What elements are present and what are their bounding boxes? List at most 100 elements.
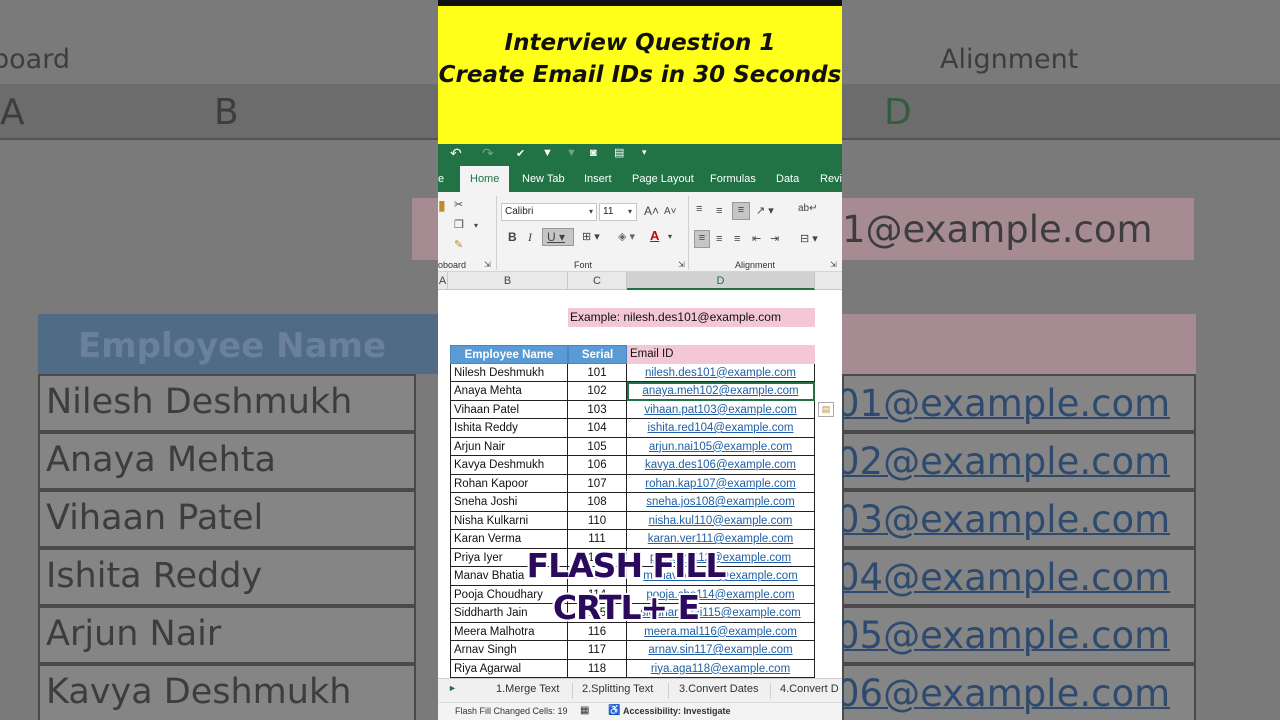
macro-record-icon[interactable]: ▦ — [580, 705, 589, 716]
increase-font-icon[interactable]: A˄ — [644, 204, 659, 218]
serial-cell[interactable]: 104 — [568, 419, 627, 438]
employee-name-cell[interactable]: Anaya Mehta — [450, 382, 568, 401]
spelling-icon[interactable]: ✔ — [516, 147, 525, 161]
column-a-header[interactable]: A — [438, 272, 448, 290]
employee-name-cell[interactable]: Arjun Nair — [450, 437, 568, 456]
copy-dropdown-icon[interactable]: ▾ — [474, 219, 478, 233]
scroll-tabs-right-icon[interactable]: ► — [448, 683, 457, 693]
decrease-indent-icon[interactable]: ⇤ — [752, 232, 761, 246]
tab-page-layout[interactable]: Page Layout — [632, 170, 694, 192]
tab-home[interactable]: Home — [460, 166, 510, 192]
sheet-tab-splitting-text[interactable]: 2.Splitting Text — [582, 683, 653, 695]
accessibility-icon[interactable]: ♿ — [608, 705, 620, 716]
align-top-icon[interactable]: ≡ — [696, 202, 702, 216]
column-d-header[interactable]: D — [627, 272, 815, 290]
email-cell[interactable]: arjun.nai105@example.com — [627, 437, 815, 456]
camera-icon[interactable]: ◙ — [590, 146, 597, 160]
employee-name-cell[interactable]: Nilesh Deshmukh — [450, 363, 568, 382]
sheet-tab-convert-dates[interactable]: 3.Convert Dates — [679, 683, 758, 695]
column-c-header[interactable]: C — [568, 272, 627, 290]
tab-data[interactable]: Data — [776, 170, 799, 192]
serial-cell[interactable]: 102 — [568, 382, 627, 401]
employee-name-cell[interactable]: Nisha Kulkarni — [450, 511, 568, 530]
email-cell[interactable]: riya.aga118@example.com — [627, 659, 815, 678]
underline-icon[interactable]: U ▾ — [542, 228, 574, 246]
employee-name-cell[interactable]: Arnav Singh — [450, 641, 568, 660]
form-icon[interactable]: ▤ — [614, 146, 624, 160]
copy-icon[interactable]: ❐ — [454, 218, 464, 232]
fill-color-icon[interactable]: ◈ ▾ — [618, 230, 635, 244]
employee-name-cell[interactable]: Ishita Reddy — [450, 419, 568, 438]
column-e-header[interactable] — [815, 272, 842, 290]
borders-icon[interactable]: ⊞ ▾ — [582, 230, 600, 244]
email-cell[interactable]: vihaan.pat103@example.com — [627, 400, 815, 419]
serial-cell[interactable]: 106 — [568, 456, 627, 475]
font-color-dropdown-icon[interactable]: ▾ — [668, 230, 672, 244]
bg-alignment-label: Alignment — [940, 44, 1079, 75]
flash-fill-options-icon[interactable]: ▤ — [818, 402, 834, 417]
align-center-icon[interactable]: ≡ — [716, 232, 722, 246]
email-cell[interactable]: anaya.meh102@example.com — [627, 382, 815, 401]
serial-cell[interactable]: 107 — [568, 474, 627, 493]
font-color-icon[interactable]: A — [650, 229, 659, 243]
clear-filter-icon[interactable]: ▼ — [566, 146, 577, 160]
tab-file[interactable]: e — [438, 170, 444, 192]
clipboard-launcher-icon[interactable]: ⇲ — [484, 258, 491, 272]
employee-name-cell[interactable]: Vihaan Patel — [450, 400, 568, 419]
merge-center-icon[interactable]: ⊟ ▾ — [800, 232, 818, 246]
serial-cell[interactable]: 103 — [568, 400, 627, 419]
serial-cell[interactable]: 108 — [568, 493, 627, 512]
serial-cell[interactable]: 117 — [568, 641, 627, 660]
employee-name-cell[interactable]: Kavya Deshmukh — [450, 456, 568, 475]
font-size-dropdown-icon[interactable]: ▾ — [628, 205, 632, 219]
font-launcher-icon[interactable]: ⇲ — [678, 258, 685, 272]
paste-icon[interactable]: ▮ — [438, 198, 446, 212]
wrap-text-icon[interactable]: ab↵ — [798, 202, 818, 216]
employee-name-cell[interactable]: Sneha Joshi — [450, 493, 568, 512]
undo-icon[interactable]: ↶ — [450, 146, 462, 160]
italic-icon[interactable]: I — [528, 230, 532, 244]
tab-insert[interactable]: Insert — [584, 170, 612, 192]
align-right-icon[interactable]: ≡ — [734, 232, 740, 246]
orientation-icon[interactable]: ↗ ▾ — [756, 204, 774, 218]
align-bottom-icon[interactable]: ≡ — [732, 202, 750, 220]
email-cell[interactable]: nisha.kul110@example.com — [627, 511, 815, 530]
filter-icon[interactable]: ▼ — [542, 146, 553, 160]
increase-indent-icon[interactable]: ⇥ — [770, 232, 779, 246]
align-middle-icon[interactable]: ≡ — [716, 204, 722, 218]
tab-new-tab[interactable]: New Tab — [522, 170, 565, 192]
email-cell[interactable]: ishita.red104@example.com — [627, 419, 815, 438]
header-email-id[interactable]: Email ID — [627, 345, 815, 364]
employee-name-cell[interactable]: Riya Agarwal — [450, 659, 568, 678]
email-cell[interactable]: sneha.jos108@example.com — [627, 493, 815, 512]
serial-cell[interactable]: 105 — [568, 437, 627, 456]
serial-cell[interactable]: 101 — [568, 363, 627, 382]
column-b-header[interactable]: B — [448, 272, 568, 290]
email-cell[interactable]: kavya.des106@example.com — [627, 456, 815, 475]
email-cell[interactable]: rohan.kap107@example.com — [627, 474, 815, 493]
serial-cell[interactable]: 110 — [568, 511, 627, 530]
sheet-tab-merge-text[interactable]: 1.Merge Text — [496, 683, 559, 695]
font-name-dropdown-icon[interactable]: ▾ — [589, 205, 593, 219]
decrease-font-icon[interactable]: A˅ — [664, 205, 677, 219]
align-left-icon[interactable]: ≡ — [694, 230, 710, 248]
tab-review[interactable]: Revi — [820, 170, 842, 192]
customize-icon[interactable]: ▾ — [642, 145, 647, 159]
email-cell[interactable]: nilesh.des101@example.com — [627, 363, 815, 382]
serial-cell[interactable]: 118 — [568, 659, 627, 678]
alignment-launcher-icon[interactable]: ⇲ — [830, 258, 837, 272]
sheet-tab-convert-d[interactable]: 4.Convert D — [780, 683, 839, 695]
example-cell[interactable]: Example: nilesh.des101@example.com — [568, 308, 815, 327]
accessibility-status[interactable]: Accessibility: Investigate — [623, 706, 731, 716]
format-painter-icon[interactable]: ✎ — [454, 238, 463, 252]
header-employee-name[interactable]: Employee Name — [450, 345, 568, 364]
cut-icon[interactable]: ✂ — [454, 198, 463, 212]
bold-icon[interactable]: B — [508, 230, 517, 244]
tab-formulas[interactable]: Formulas — [710, 170, 756, 192]
email-cell[interactable]: arnav.sin117@example.com — [627, 641, 815, 660]
header-serial[interactable]: Serial — [568, 345, 627, 364]
font-name-box[interactable]: Calibri — [501, 203, 597, 221]
alignment-group-label: Alignment — [735, 260, 776, 270]
employee-name-cell[interactable]: Rohan Kapoor — [450, 474, 568, 493]
redo-icon[interactable]: ↷ — [482, 146, 494, 160]
